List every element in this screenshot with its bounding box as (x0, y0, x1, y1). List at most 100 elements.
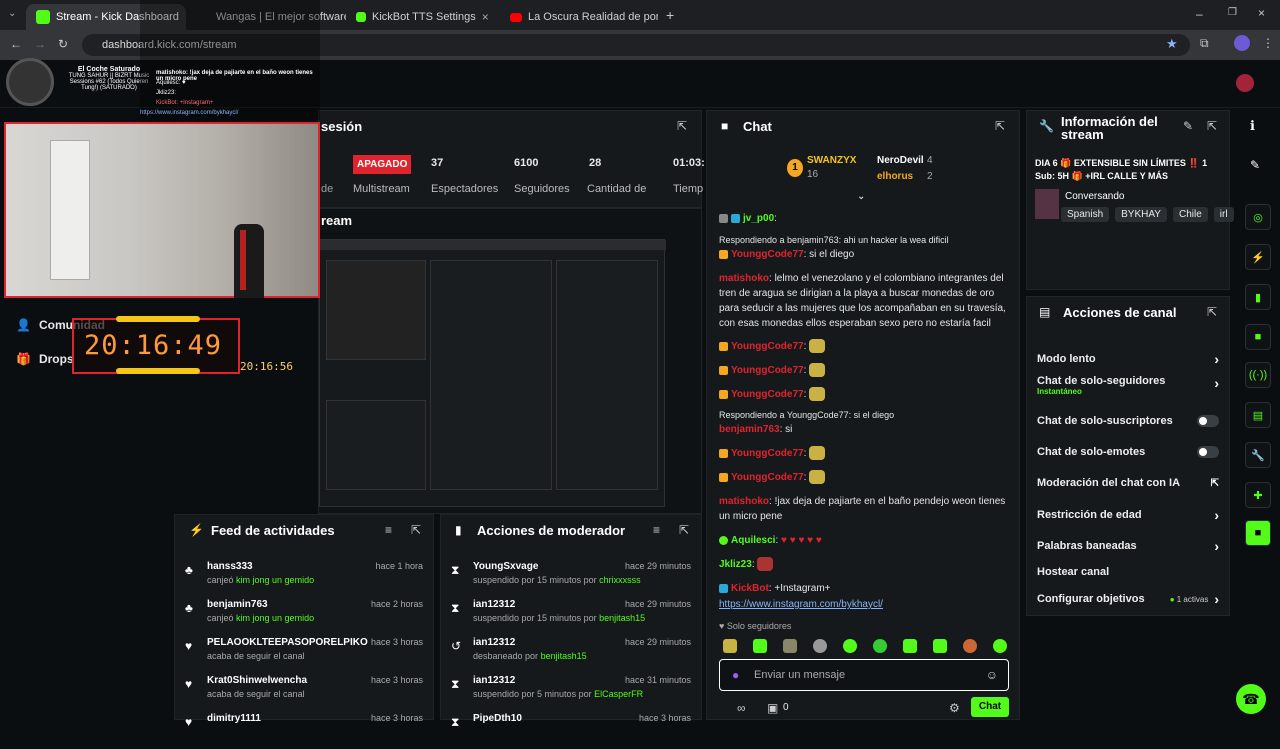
feed-username[interactable]: Krat0Shinwelwencha (207, 675, 307, 686)
chat-username[interactable]: matishoko (719, 496, 769, 507)
rail-broadcast-icon[interactable]: ((·)) (1245, 362, 1271, 388)
followers-only-row[interactable]: Chat de solo-seguidores Instantáneo › (1037, 375, 1219, 405)
emote-icon[interactable] (753, 639, 767, 653)
emote-icon[interactable] (903, 639, 917, 653)
slow-mode-row[interactable]: Modo lento › (1037, 349, 1219, 369)
bookmark-star-icon[interactable]: ★ (1166, 36, 1178, 52)
popout-icon[interactable]: ⇱ (677, 119, 687, 133)
settings-icon[interactable]: ⚙ (949, 701, 960, 715)
rail-target-icon[interactable]: ◎ (1245, 204, 1271, 230)
popout-icon[interactable]: ⇱ (679, 523, 689, 537)
emote-icon[interactable] (783, 639, 797, 653)
forward-icon[interactable]: → (34, 37, 46, 51)
goals-row[interactable]: Configurar objetivos ● 1 activas › (1037, 589, 1219, 609)
minimize-icon[interactable]: – (1196, 7, 1203, 21)
rail-wrench-icon[interactable]: 🔧 (1245, 442, 1271, 468)
feed-username[interactable]: PELAOOKLTEEPASOPORELPIKO (207, 637, 368, 648)
chat-username[interactable]: YounggCode77 (731, 341, 804, 352)
host-channel-row[interactable]: Hostear canal (1037, 562, 1219, 582)
chat-username[interactable]: YounggCode77 (731, 365, 804, 376)
emote-icon[interactable] (873, 639, 887, 653)
filter-icon[interactable]: ≡ (385, 523, 392, 537)
moderator-name[interactable]: benjitash15 (599, 613, 645, 623)
leaderboard-first-name[interactable]: SWANZYX (807, 155, 856, 166)
reload-icon[interactable]: ↻ (58, 37, 68, 51)
moderator-name[interactable]: ElCasperFR (594, 689, 643, 699)
close-window-icon[interactable]: × (1258, 6, 1265, 20)
chat-username[interactable]: benjamin763 (719, 424, 780, 435)
mod-target-username[interactable]: ian12312 (473, 599, 515, 610)
rail-clipboard-icon[interactable]: ▮ (1245, 284, 1271, 310)
tag-chip[interactable]: Chile (1172, 207, 1208, 222)
chat-link[interactable]: https://www.instagram.com/bykhaycl/ (719, 597, 1015, 612)
filter-icon[interactable]: ≡ (653, 523, 660, 537)
category-label[interactable]: Conversando (1065, 191, 1124, 202)
pencil-icon[interactable]: ✎ (1250, 158, 1260, 172)
support-chat-icon[interactable]: ☎ (1236, 684, 1266, 714)
tab-list-icon[interactable]: ⌄ (8, 8, 16, 19)
close-tab-icon[interactable]: × (482, 10, 489, 24)
chat-username[interactable]: Jkliz23 (719, 559, 752, 570)
chat-username[interactable]: KickBot (731, 583, 769, 594)
emote-icon[interactable] (813, 639, 827, 653)
extensions-icon[interactable]: ⧉ (1200, 36, 1209, 51)
chat-username[interactable]: Aquilesci (731, 535, 775, 546)
chat-username[interactable]: YounggCode77 (731, 472, 804, 483)
chat-username[interactable]: YounggCode77 (731, 249, 804, 260)
leaderboard-third-name[interactable]: elhorus (877, 171, 913, 182)
feed-username[interactable]: hanss333 (207, 561, 253, 572)
emoji-icon[interactable]: ☺ (986, 668, 998, 682)
maximize-icon[interactable]: ❐ (1228, 7, 1237, 18)
mod-target-username[interactable]: ian12312 (473, 637, 515, 648)
popout-icon[interactable]: ⇱ (995, 119, 1005, 133)
rail-game-icon[interactable]: ✚ (1245, 482, 1271, 508)
moderator-name[interactable]: chrixxxsss (599, 575, 641, 585)
popout-icon[interactable]: ⇱ (411, 523, 421, 537)
tag-chip[interactable]: Spanish (1061, 207, 1110, 222)
banned-words-row[interactable]: Palabras baneadas › (1037, 536, 1219, 556)
back-icon[interactable]: ← (10, 37, 22, 51)
chat-input[interactable]: ● Enviar un mensaje ☺ (719, 659, 1009, 691)
tag-chip[interactable]: BYKHAY (1115, 207, 1167, 222)
chat-username[interactable]: matishoko (719, 273, 769, 284)
edit-icon[interactable]: ✎ (1183, 119, 1193, 133)
send-chat-button[interactable]: Chat (971, 697, 1009, 717)
emote-icon[interactable] (723, 639, 737, 653)
chat-username[interactable]: YounggCode77 (731, 448, 804, 459)
emote-icon[interactable] (993, 639, 1007, 653)
ai-moderation-row[interactable]: Moderación del chat con IA ⇱ (1037, 473, 1219, 493)
new-tab-icon[interactable]: + (666, 7, 674, 23)
emote-icon[interactable] (933, 639, 947, 653)
tab-kickbot-tts[interactable]: KickBot TTS Settings × (346, 4, 496, 30)
emote-icon[interactable] (963, 639, 977, 653)
browser-menu-icon[interactable]: ⋮ (1262, 36, 1274, 50)
emotes-only-toggle[interactable] (1197, 446, 1219, 458)
subs-only-toggle[interactable] (1197, 415, 1219, 427)
rail-bolt-icon[interactable]: ⚡ (1245, 244, 1271, 270)
stream-video-preview[interactable] (319, 239, 666, 507)
infinity-icon[interactable]: ∞ (737, 701, 746, 715)
rail-list-icon[interactable]: ▤ (1245, 402, 1271, 428)
user-avatar[interactable] (1236, 74, 1254, 92)
feed-username[interactable]: dimitry1111 (207, 713, 261, 724)
rail-chat-icon[interactable]: ■ (1245, 324, 1271, 350)
mod-target-username[interactable]: PipeDth10 (473, 713, 522, 724)
popout-icon[interactable]: ⇱ (1207, 119, 1217, 133)
mic-icon[interactable]: ● (732, 668, 739, 682)
emote-icon[interactable] (843, 639, 857, 653)
mod-target-username[interactable]: YoungSxvage (473, 561, 538, 572)
chat-username[interactable]: YounggCode77 (731, 389, 804, 400)
age-restriction-row[interactable]: Restricción de edad › (1037, 505, 1219, 525)
feed-username[interactable]: benjamin763 (207, 599, 268, 610)
tag-chip[interactable]: irl (1213, 207, 1234, 222)
gift-icon[interactable]: ▣ (767, 701, 778, 715)
mod-target-username[interactable]: ian12312 (473, 675, 515, 686)
chevron-down-icon[interactable]: ⌄ (857, 191, 865, 202)
moderator-name[interactable]: benjitash15 (541, 651, 587, 661)
chat-username[interactable]: jv_p00 (743, 213, 774, 224)
rail-kickbot-icon[interactable]: ■ (1245, 520, 1271, 546)
tab-youtube[interactable]: La Oscura Realidad de por qué × (500, 4, 658, 30)
info-icon[interactable]: ℹ (1250, 118, 1255, 134)
profile-avatar[interactable] (1234, 35, 1250, 51)
popout-icon[interactable]: ⇱ (1207, 305, 1217, 319)
